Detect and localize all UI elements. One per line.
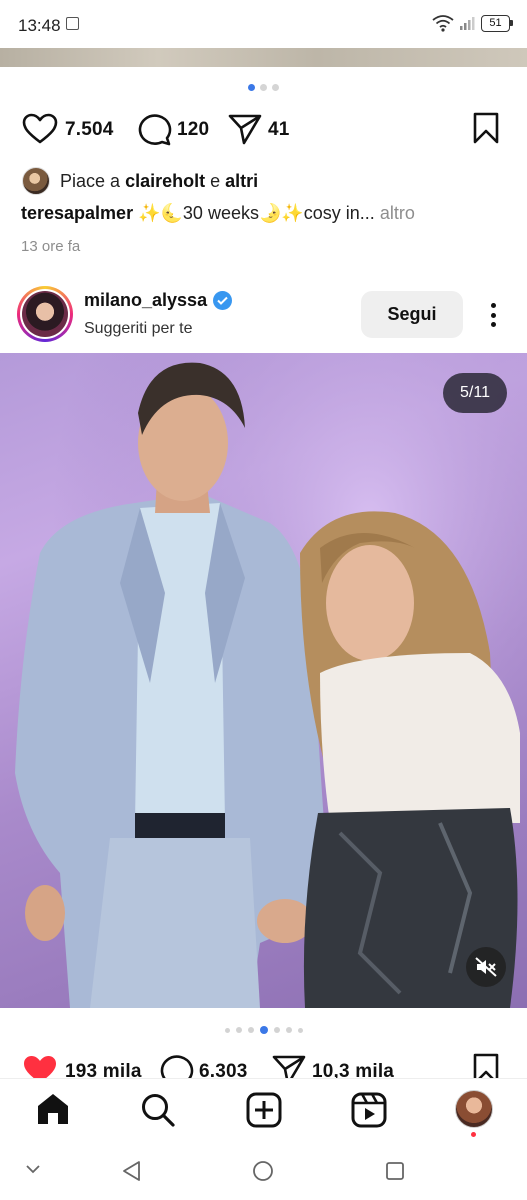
recents-square-icon[interactable] [385, 1161, 405, 1181]
save-bookmark-icon[interactable] [472, 112, 500, 144]
liker-avatar [22, 167, 50, 195]
signal-icon [460, 17, 475, 30]
carousel-dot [273, 1027, 280, 1033]
share-count[interactable]: 41 [268, 119, 290, 141]
post-username[interactable]: milano_alyssa [84, 290, 207, 311]
create-post-icon[interactable] [246, 1092, 282, 1128]
profile-avatar[interactable] [455, 1090, 493, 1128]
carousel-dot [260, 84, 267, 91]
status-time: 13:48 [18, 16, 61, 35]
photo-illustration [0, 353, 527, 1008]
liked-by-row[interactable]: Piace a claireholt e altri [22, 166, 258, 196]
mute-audio-icon[interactable] [466, 947, 506, 987]
wifi-icon [432, 15, 454, 32]
liked-by-prefix: Piace a [60, 170, 121, 191]
previous-post-image[interactable] [0, 48, 527, 67]
post-time-ago: 13 ore fa [21, 238, 81, 255]
suggested-label: Suggeriti per te [84, 320, 193, 337]
like-count[interactable]: 7.504 [65, 119, 114, 141]
comment-icon[interactable] [136, 113, 172, 147]
like-heart-icon[interactable] [22, 113, 58, 145]
chevron-down-icon[interactable] [25, 1163, 41, 1175]
liked-by-others[interactable]: altri [225, 171, 258, 191]
story-avatar[interactable] [17, 286, 73, 342]
share-send-icon[interactable] [228, 113, 262, 145]
post-caption[interactable]: teresapalmer ✨🌜30 weeks🌛✨cosy in... altr… [21, 203, 415, 224]
carousel-dot [272, 84, 279, 91]
carousel-dots [0, 84, 527, 92]
caption-username[interactable]: teresapalmer [21, 203, 133, 223]
avatar [22, 291, 68, 337]
caption-more-link[interactable]: altro [380, 203, 415, 223]
post-photo[interactable] [0, 353, 527, 1008]
notification-dot [471, 1132, 476, 1137]
carousel-dot [235, 1027, 242, 1033]
status-bar: 13:48 51 [0, 0, 527, 48]
liked-by-user[interactable]: claireholt [125, 171, 205, 191]
caption-text: ✨🌜30 weeks🌛✨cosy in... [138, 203, 375, 223]
post-username-row[interactable]: milano_alyssa [84, 290, 233, 311]
carousel-counter: 5/11 [443, 373, 507, 413]
home-circle-icon[interactable] [252, 1160, 274, 1182]
battery-indicator: 51 [481, 15, 513, 32]
carousel-dots [0, 1026, 527, 1034]
back-triangle-icon[interactable] [120, 1159, 142, 1183]
home-icon[interactable] [35, 1092, 71, 1126]
carousel-dot [285, 1027, 292, 1033]
carousel-dot [224, 1027, 230, 1033]
more-options-icon[interactable] [483, 299, 503, 331]
reels-icon[interactable] [351, 1092, 387, 1128]
follow-button[interactable]: Segui [361, 291, 463, 338]
liked-by-text: Piace a claireholt e altri [60, 171, 258, 192]
gallery-notification-icon [66, 17, 79, 30]
carousel-dot [297, 1027, 303, 1033]
comment-count[interactable]: 120 [177, 119, 209, 141]
liked-by-joiner: e [210, 170, 221, 191]
verified-badge-icon [213, 291, 233, 310]
carousel-dot [247, 1027, 254, 1033]
search-icon[interactable] [140, 1092, 176, 1128]
carousel-dot-active [259, 1026, 268, 1034]
carousel-dot-active [248, 84, 255, 91]
